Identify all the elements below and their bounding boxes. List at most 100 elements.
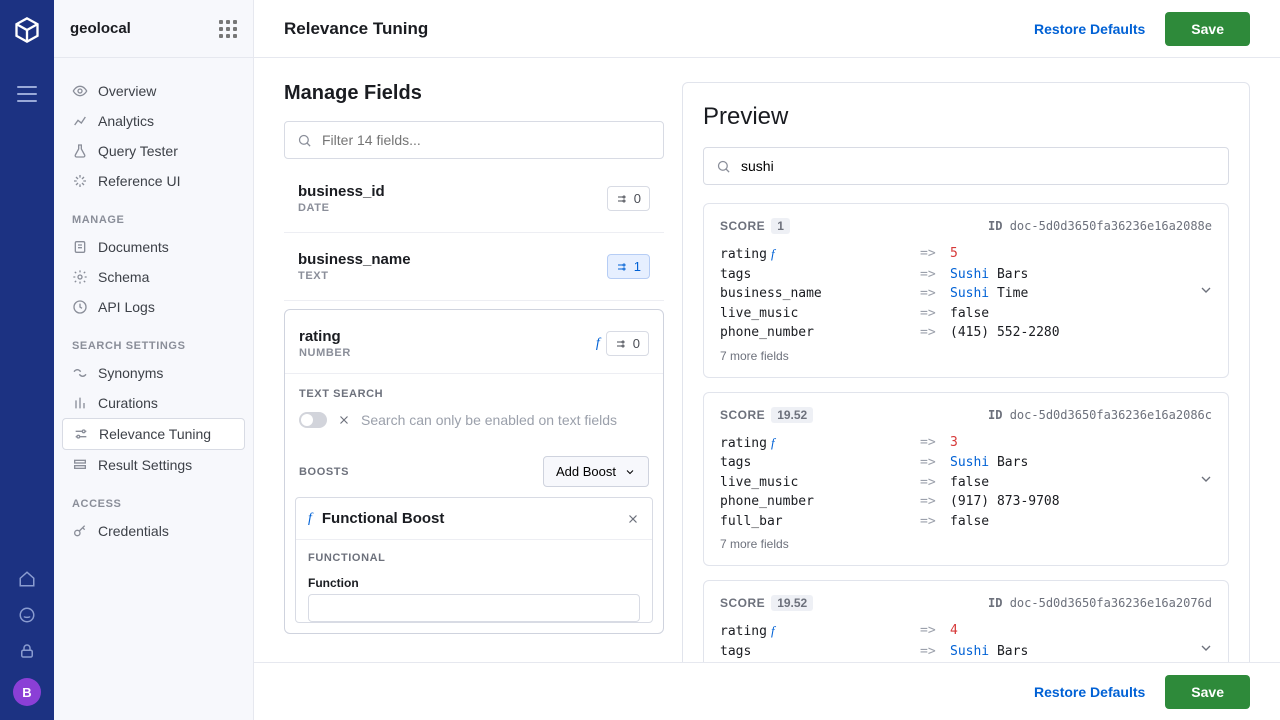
sidebar-section-search-settings: SEARCH SETTINGS	[62, 322, 245, 358]
result-key: tags	[720, 642, 920, 662]
restore-defaults-link[interactable]: Restore Defaults	[1034, 684, 1145, 700]
app-logo-icon	[13, 16, 41, 44]
analytics-icon	[72, 113, 88, 129]
home-icon[interactable]	[18, 570, 36, 588]
result-key: ratingf	[720, 433, 920, 454]
flask-icon	[72, 143, 88, 159]
save-button[interactable]: Save	[1165, 675, 1250, 709]
field-count-pill[interactable]: 0	[607, 186, 650, 211]
x-icon	[337, 413, 351, 427]
result-key: tags	[720, 453, 920, 473]
result-key: ratingf	[720, 621, 920, 642]
function-icon: f	[771, 246, 775, 261]
add-boost-button[interactable]: Add Boost	[543, 456, 649, 487]
sidebar-item-synonyms[interactable]: Synonyms	[62, 358, 245, 388]
sidebar-item-documents[interactable]: Documents	[62, 232, 245, 262]
result-value: (917) 873-9708	[950, 492, 1212, 512]
sidebar-item-api-logs[interactable]: API Logs	[62, 292, 245, 322]
topbar: Relevance Tuning Restore Defaults Save	[254, 0, 1280, 58]
result-key: live_music	[720, 304, 920, 324]
result-key: tags	[720, 265, 920, 285]
bottombar: Restore Defaults Save	[254, 662, 1280, 720]
field-count-pill[interactable]: 1	[607, 254, 650, 279]
function-label: Function	[308, 576, 640, 590]
filter-fields-input-wrap[interactable]	[284, 121, 664, 159]
more-fields: 7 more fields	[720, 349, 1212, 363]
eye-icon	[72, 83, 88, 99]
boost-card: f Functional Boost FUNCTIONAL Function	[295, 497, 653, 623]
menu-icon[interactable]	[17, 86, 37, 102]
chevron-down-icon	[624, 466, 636, 478]
sidebar-item-label: Query Tester	[98, 143, 178, 159]
boost-card-title: Functional Boost	[322, 510, 616, 527]
apps-icon[interactable]	[219, 20, 237, 38]
function-icon: f	[596, 336, 600, 352]
chevron-down-icon[interactable]	[1198, 471, 1214, 487]
sparkle-icon	[72, 173, 88, 189]
curations-icon	[72, 395, 88, 411]
sidebar-item-credentials[interactable]: Credentials	[62, 516, 245, 546]
function-select[interactable]	[308, 594, 640, 622]
result-value: Sushi Bars	[950, 642, 1212, 662]
clock-icon	[72, 299, 88, 315]
sidebar-item-query-tester[interactable]: Query Tester	[62, 136, 245, 166]
sidebar-item-schema[interactable]: Schema	[62, 262, 245, 292]
field-row[interactable]: business_nameTEXT1	[284, 233, 664, 301]
chat-icon[interactable]	[18, 606, 36, 624]
avatar[interactable]: B	[13, 678, 41, 706]
text-search-toggle	[299, 412, 327, 428]
functional-label: FUNCTIONAL	[308, 552, 640, 564]
field-panel-rating: rating NUMBER f 0 TEXT SEARCH Search can…	[284, 309, 664, 634]
close-icon[interactable]	[626, 512, 640, 526]
result-key: phone_number	[720, 323, 920, 343]
more-fields: 7 more fields	[720, 537, 1212, 551]
text-search-label: TEXT SEARCH	[299, 388, 649, 400]
filter-fields-input[interactable]	[322, 132, 651, 148]
restore-defaults-link[interactable]: Restore Defaults	[1034, 21, 1145, 37]
preview-search-input[interactable]	[741, 158, 1216, 174]
preview-search-wrap[interactable]	[703, 147, 1229, 185]
field-type: NUMBER	[299, 347, 592, 359]
sidebar: geolocal Overview Analytics Query Tester…	[54, 0, 254, 720]
save-button[interactable]: Save	[1165, 12, 1250, 46]
score-value: 19.52	[771, 595, 813, 611]
result-key: live_music	[720, 473, 920, 493]
manage-fields-title: Manage Fields	[284, 82, 664, 105]
sliders-icon	[615, 338, 627, 350]
field-type: TEXT	[298, 270, 601, 282]
sidebar-item-overview[interactable]: Overview	[62, 76, 245, 106]
sidebar-item-label: Overview	[98, 83, 156, 99]
sidebar-item-curations[interactable]: Curations	[62, 388, 245, 418]
sidebar-section-manage: MANAGE	[62, 196, 245, 232]
boosts-label: BOOSTS	[299, 466, 349, 478]
sidebar-item-relevance-tuning[interactable]: Relevance Tuning	[62, 418, 245, 450]
result-key: phone_number	[720, 492, 920, 512]
lock-icon[interactable]	[18, 642, 36, 660]
preview-panel: Preview SCORE1ID doc-5d0d3650fa36236e16a…	[682, 82, 1250, 720]
result-value: 5	[950, 244, 1212, 265]
sidebar-item-label: Credentials	[98, 523, 169, 539]
sidebar-item-label: Documents	[98, 239, 169, 255]
sidebar-item-label: Schema	[98, 269, 149, 285]
function-icon: f	[771, 623, 775, 638]
sidebar-item-analytics[interactable]: Analytics	[62, 106, 245, 136]
documents-icon	[72, 239, 88, 255]
chevron-down-icon[interactable]	[1198, 640, 1214, 656]
field-type: DATE	[298, 202, 601, 214]
search-icon	[297, 133, 312, 148]
sidebar-item-label: Relevance Tuning	[99, 426, 211, 442]
sidebar-item-result-settings[interactable]: Result Settings	[62, 450, 245, 480]
result-card: SCORE1ID doc-5d0d3650fa36236e16a2088erat…	[703, 203, 1229, 378]
score-value: 19.52	[771, 407, 813, 423]
chevron-down-icon[interactable]	[1198, 282, 1214, 298]
score-label: SCORE	[720, 408, 765, 422]
result-key: ratingf	[720, 244, 920, 265]
result-settings-icon	[72, 457, 88, 473]
field-row[interactable]: business_idDATE0	[284, 165, 664, 233]
function-icon: f	[308, 511, 312, 527]
field-name: rating	[299, 328, 592, 345]
field-count-pill[interactable]: 0	[606, 331, 649, 356]
result-value: false	[950, 512, 1212, 532]
sidebar-item-reference-ui[interactable]: Reference UI	[62, 166, 245, 196]
result-value: Sushi Bars	[950, 265, 1212, 285]
